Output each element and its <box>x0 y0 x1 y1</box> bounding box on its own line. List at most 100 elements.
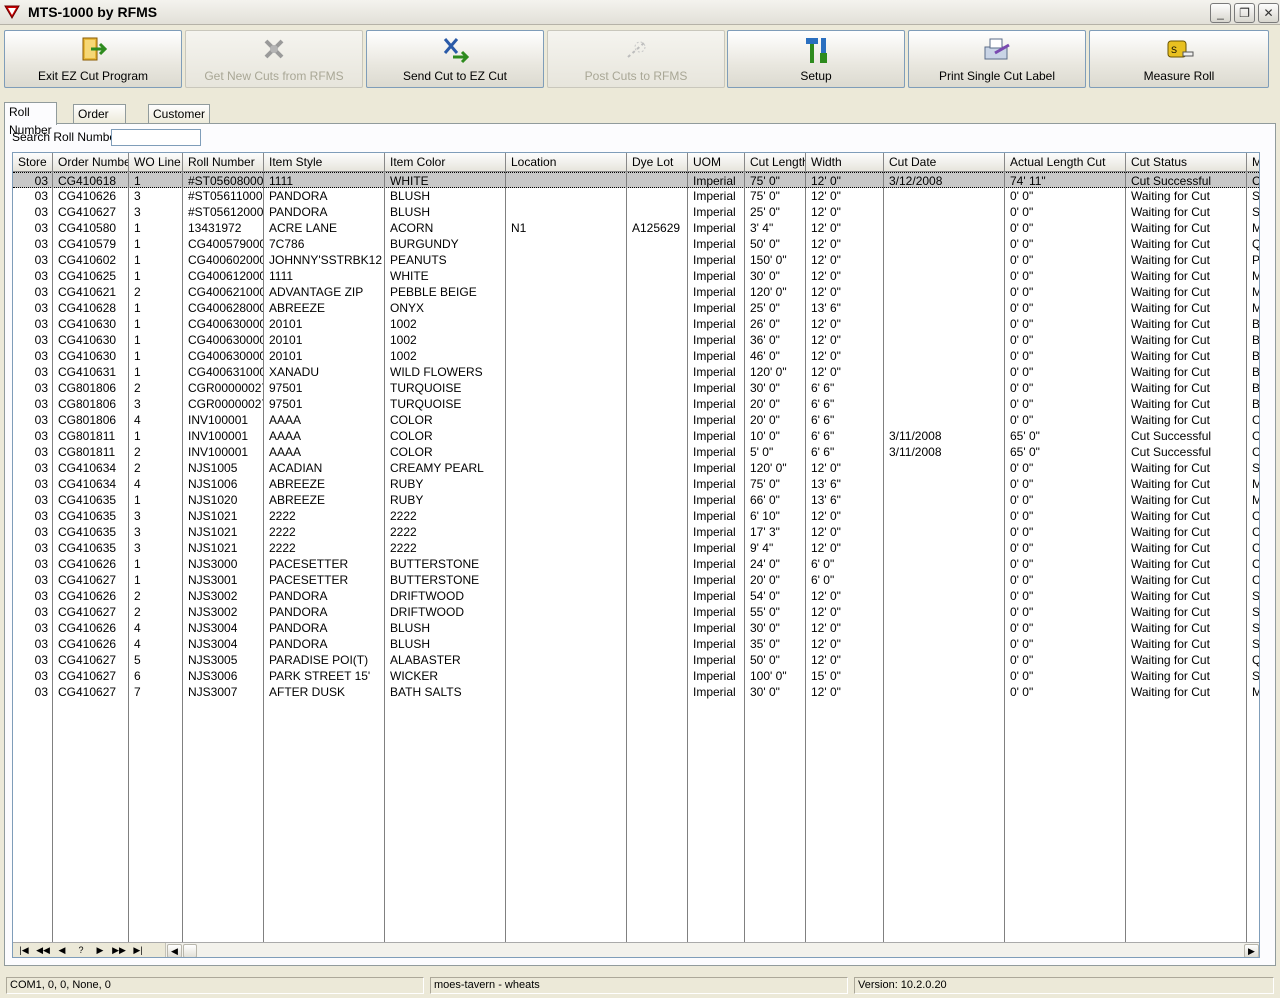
first-record-button[interactable]: |◀ <box>15 944 33 957</box>
table-row[interactable]: 03 CG410626 3 #ST056110001 PANDORA BLUSH Imper… <box>13 188 1259 204</box>
post-cuts-button[interactable]: Post Cuts to RFMS <box>547 30 725 88</box>
measure-roll-button[interactable]: S Measure Roll <box>1089 30 1269 88</box>
table-row[interactable]: 03 CG410635 3 NJS1021 2222 2222 Imperial 6' 10"… <box>13 508 1259 524</box>
table-cell: 0' 0" <box>1010 621 1034 635</box>
table-row[interactable]: 03 CG410634 2 NJS1005 ACADIAN CREAMY PEARL Imp… <box>13 460 1259 476</box>
help-button[interactable]: ? <box>72 944 90 957</box>
table-row[interactable]: 03 CG410627 5 NJS3005 PARADISE POI(T) ALABAST… <box>13 652 1259 668</box>
table-cell: 20101 <box>269 333 303 347</box>
table-row[interactable]: 03 CG410626 2 NJS3002 PANDORA DRIFTWOOD Imperi… <box>13 588 1259 604</box>
column-header[interactable]: Actual Length Cut <box>1005 153 1126 172</box>
previous-record-button[interactable]: ◀ <box>53 944 71 957</box>
table-row[interactable]: 03 CG410635 1 NJS1020 ABREEZE RUBY Imperial 66'… <box>13 492 1259 508</box>
table-row[interactable]: 03 CG410627 7 NJS3007 AFTER DUSK BATH SALTS Im… <box>13 684 1259 700</box>
table-cell: Waiting for Cut <box>1131 413 1210 427</box>
table-row[interactable]: 03 CG410579 1 CG4005790001 7C786 BURGUNDY Impe… <box>13 236 1259 252</box>
column-header[interactable]: Roll Number <box>183 153 264 172</box>
cuts-grid[interactable]: Store Order Number WO Line Roll Number Item … <box>12 152 1260 958</box>
table-row[interactable]: 03 CG410626 1 NJS3000 PACESETTER BUTTERSTONE I… <box>13 556 1259 572</box>
table-cell: 03 <box>34 509 48 523</box>
column-header[interactable]: UOM <box>688 153 745 172</box>
table-row[interactable]: 03 CG410635 3 NJS1021 2222 2222 Imperial 9' 4" 1… <box>13 540 1259 556</box>
table-row[interactable]: 03 CG410627 1 NJS3001 PACESETTER BUTTERSTONE I… <box>13 572 1259 588</box>
table-row[interactable]: 03 CG801811 1 INV100001 AAAA COLOR Imperial 10'… <box>13 428 1260 444</box>
table-row[interactable]: 03 CG410630 1 CG4006300001 20101 1002 Imperial… <box>13 332 1259 348</box>
send-cut-icon <box>443 38 470 64</box>
table-cell: 75' 0" <box>750 189 780 203</box>
horizontal-scrollbar[interactable]: ◀ ▶ <box>165 943 1259 957</box>
exit-ez-cut-button[interactable]: Exit EZ Cut Program <box>4 30 182 88</box>
scroll-thumb[interactable] <box>183 944 197 957</box>
table-cell: 03 <box>34 637 48 651</box>
table-row[interactable]: 03 CG410627 2 NJS3002 PANDORA DRIFTWOOD Imperi… <box>13 604 1259 620</box>
table-cell: Imperial <box>693 237 736 251</box>
send-cut-button[interactable]: Send Cut to EZ Cut <box>366 30 544 88</box>
table-cell: 1 <box>134 429 141 443</box>
column-header[interactable]: Cut Length <box>745 153 806 172</box>
table-cell: 12' 0" <box>811 285 841 299</box>
column-header[interactable]: Item Color <box>385 153 506 172</box>
table-cell: PACESETTER <box>269 573 349 587</box>
table-cell <box>887 460 1004 476</box>
restore-button[interactable]: ❐ <box>1234 3 1255 23</box>
table-row[interactable]: 03 CG410625 1 CG4006120004 1111 WHITE Imperial… <box>13 268 1259 284</box>
table-row[interactable]: 03 CG410628 1 CG4006280001 ABREEZE ONYX Imperi… <box>13 300 1259 316</box>
setup-button[interactable]: Setup <box>727 30 905 88</box>
next-record-button[interactable]: ▶ <box>91 944 109 957</box>
column-header[interactable]: Dye Lot <box>627 153 688 172</box>
table-cell: 0' 0" <box>1010 557 1034 571</box>
column-header[interactable]: Cut Status <box>1126 153 1247 172</box>
table-cell: CA <box>1252 429 1260 443</box>
table-row[interactable]: 03 CG410627 6 NJS3006 PARK STREET 15' WICKER I… <box>13 668 1259 684</box>
tab-order-number[interactable]: Order Number <box>73 104 126 139</box>
search-roll-number-input[interactable] <box>111 129 201 146</box>
table-cell: 26' 0" <box>750 317 780 331</box>
column-header[interactable]: M <box>1247 153 1259 172</box>
table-cell: Imperial <box>693 557 736 571</box>
column-header[interactable]: WO Line <box>129 153 183 172</box>
next-page-button[interactable]: ▶▶ <box>110 944 128 957</box>
column-header[interactable]: Location <box>506 153 627 172</box>
column-header[interactable]: Width <box>806 153 884 172</box>
table-row[interactable]: 03 CG410627 3 #ST056120001 PANDORA BLUSH Imper… <box>13 204 1259 220</box>
table-row[interactable]: 03 CG410630 1 CG4006300001 20101 1002 Imperial… <box>13 348 1259 364</box>
column-header[interactable]: Order Number <box>53 153 129 172</box>
column-header[interactable]: Cut Date <box>884 153 1005 172</box>
status-port: COM1, 0, 0, None, 0 <box>6 977 424 994</box>
column-header[interactable]: Store <box>13 153 53 172</box>
table-cell: 1 <box>134 557 141 571</box>
previous-page-button[interactable]: ◀◀ <box>34 944 52 957</box>
get-new-cuts-button[interactable]: Get New Cuts from RFMS <box>185 30 363 88</box>
close-button[interactable]: ✕ <box>1258 3 1279 23</box>
table-row[interactable]: 03 CG801806 3 CGR000000273 97501 TURQUOISE Imp… <box>13 396 1259 412</box>
table-cell: 03 <box>34 413 48 427</box>
table-cell: 1 <box>134 333 141 347</box>
table-row[interactable]: 03 CG410602 1 CG4006020001 JOHNNY'SSTRBK12 PE… <box>13 252 1259 268</box>
scroll-right-button[interactable]: ▶ <box>1244 944 1259 957</box>
minimize-button[interactable]: _ <box>1210 3 1231 23</box>
column-divider <box>182 172 183 942</box>
table-row[interactable]: 03 CG410580 1 13431972 ACRE LANE ACORN N1 A1256… <box>13 220 1259 236</box>
table-row[interactable]: 03 CG410634 4 NJS1006 ABREEZE RUBY Imperial 75'… <box>13 476 1259 492</box>
column-header[interactable]: Item Style <box>264 153 385 172</box>
table-row[interactable]: 03 CG801811 2 INV100001 AAAA COLOR Imperial 5' … <box>13 444 1259 460</box>
table-row[interactable]: 03 CG410621 2 CG4006210002 ADVANTAGE ZIP PEBB… <box>13 284 1259 300</box>
table-row[interactable]: 03 CG410618 1 #ST056080001 1111 WHITE Imperial… <box>13 172 1259 188</box>
table-row[interactable]: 03 CG410626 4 NJS3004 PANDORA BLUSH Imperial 35… <box>13 636 1259 652</box>
tab-roll-number[interactable]: Roll Number <box>4 102 57 137</box>
print-single-cut-label-button[interactable]: Print Single Cut Label <box>908 30 1086 88</box>
table-cell: 20' 0" <box>750 397 780 411</box>
table-cell: Waiting for Cut <box>1131 381 1210 395</box>
scroll-left-button[interactable]: ◀ <box>167 944 182 957</box>
table-cell: CG4006280001 <box>188 301 263 315</box>
table-row[interactable]: 03 CG410635 3 NJS1021 2222 2222 Imperial 17' 3"… <box>13 524 1259 540</box>
table-row[interactable]: 03 CG410631 1 CG4006310001 XANADU WILD FLOWER… <box>13 364 1259 380</box>
tab-customer[interactable]: Customer <box>148 104 211 124</box>
table-row[interactable]: 03 CG410626 4 NJS3004 PANDORA BLUSH Imperial 30… <box>13 620 1259 636</box>
table-row[interactable]: 03 CG801806 2 CGR000000273 97501 TURQUOISE Imp… <box>13 380 1259 396</box>
table-row[interactable]: 03 CG801806 4 INV100001 AAAA COLOR Imperial 20'… <box>13 412 1259 428</box>
table-cell: Imperial <box>693 541 736 555</box>
last-record-button[interactable]: ▶| <box>129 944 147 957</box>
table-row[interactable]: 03 CG410630 1 CG4006300001 20101 1002 Imperial… <box>13 316 1259 332</box>
measure-tape-icon: S <box>1167 40 1194 58</box>
